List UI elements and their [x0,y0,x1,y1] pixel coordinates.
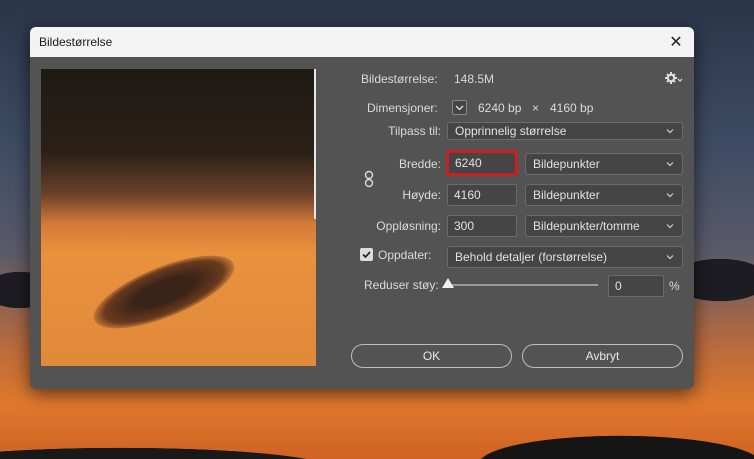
close-icon[interactable]: ✕ [664,30,688,54]
image-size-value: 148.5M [454,72,495,86]
resolution-unit-value: Bildepunkter/tomme [533,219,640,233]
fit-to-value: Opprinnelig størrelse [455,124,567,138]
cancel-button[interactable]: Avbryt [522,344,683,368]
reduce-noise-slider-thumb[interactable] [442,278,454,288]
fit-to-select[interactable]: Opprinnelig størrelse [447,122,683,140]
image-size-dialog: Bildestørrelse ✕ Bildestørrelse: 148.5M … [30,27,694,389]
chevron-down-icon [666,224,674,229]
height-value: 4160 [454,188,481,202]
resample-method-select[interactable]: Behold detaljer (forstørrelse) [447,246,683,268]
dialog-title: Bildestørrelse [39,35,113,49]
chevron-down-icon [666,129,674,134]
dimensions-unit-toggle[interactable] [452,100,467,115]
height-input[interactable]: 4160 [447,184,517,206]
reduce-noise-unit: % [669,279,680,293]
reduce-noise-input[interactable]: 0 [608,275,664,297]
image-preview[interactable] [41,69,316,366]
reduce-noise-label: Reduser støy: [364,278,439,292]
width-unit-value: Bildepunkter [533,157,600,171]
chevron-down-icon [666,162,674,167]
resolution-input[interactable]: 300 [447,215,517,237]
fit-to-label: Tilpass til: [388,124,441,138]
dimensions-width: 6240 bp [478,101,522,115]
resolution-label: Oppløsning: [376,219,441,233]
height-unit-select[interactable]: Bildepunkter [525,184,683,206]
reduce-noise-value: 0 [615,279,622,293]
resample-checkbox[interactable] [360,248,373,261]
checkmark-icon [362,251,371,259]
reduce-noise-slider[interactable] [448,284,598,286]
resample-label: Oppdater: [378,248,432,262]
resolution-unit-select[interactable]: Bildepunkter/tomme [525,215,683,237]
width-value: 6240 [455,156,482,170]
dimensions-height: 4160 bp [550,101,594,115]
background-hills [0,409,754,459]
image-size-label: Bildestørrelse: [361,72,438,86]
chevron-down-icon [666,193,674,198]
preview-edge [314,69,316,219]
width-input[interactable]: 6240 [447,151,517,175]
height-unit-value: Bildepunkter [533,188,600,202]
gear-icon[interactable] [665,71,683,88]
dialog-titlebar[interactable]: Bildestørrelse ✕ [30,27,694,57]
chevron-down-icon [455,105,464,111]
width-label: Bredde: [398,157,441,171]
preview-cloud-shape [85,240,243,344]
chevron-down-icon [666,255,674,260]
dimensions-label: Dimensjoner: [367,101,438,115]
height-label: Høyde: [402,188,441,202]
resolution-value: 300 [454,219,475,233]
resample-method-value: Behold detaljer (forstørrelse) [455,250,608,264]
dimensions-times: × [532,101,540,115]
width-unit-select[interactable]: Bildepunkter [525,153,683,175]
ok-button[interactable]: OK [351,344,512,368]
